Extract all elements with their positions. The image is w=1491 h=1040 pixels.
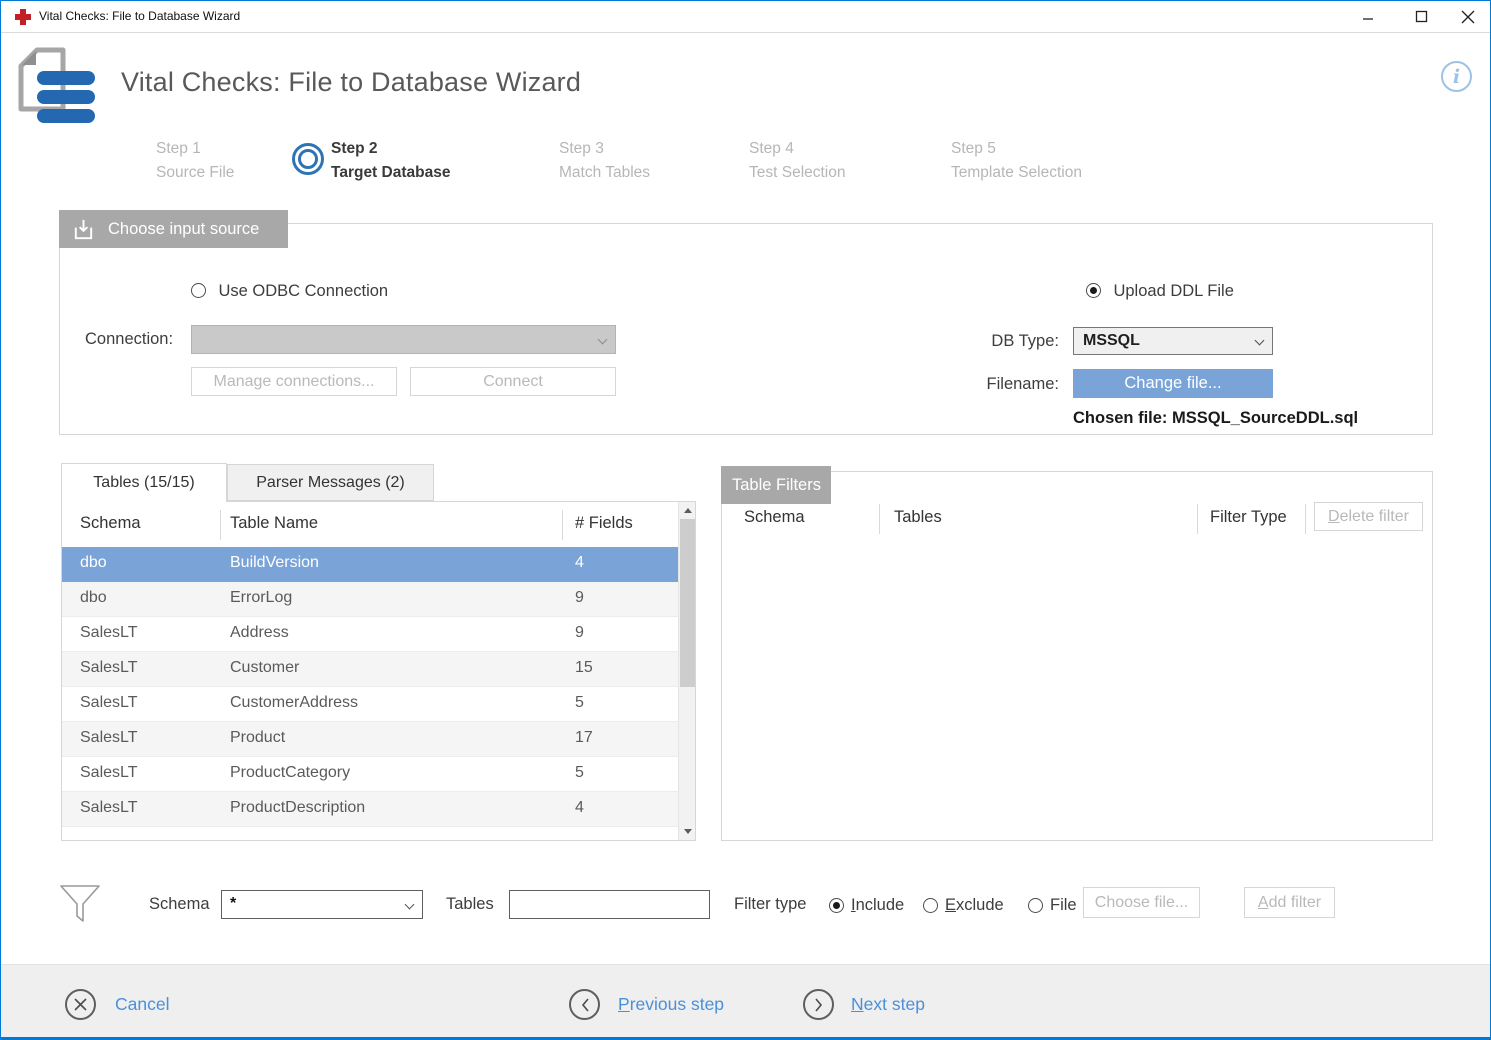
tables-grid-header: Schema Table Name # Fields <box>62 502 695 547</box>
table-row[interactable]: dbo ErrorLog 9 <box>62 582 695 617</box>
add-filter-button[interactable]: Add filter <box>1244 887 1335 918</box>
input-source-badge: Choose input source <box>59 210 288 248</box>
step-4-test-selection: Step 4Test Selection <box>749 137 846 185</box>
filename-label: Filename: <box>931 375 1059 394</box>
current-step-icon <box>292 143 324 175</box>
table-filters-panel: Schema Tables Filter Type Delete filter <box>721 471 1433 841</box>
table-row[interactable]: SalesLT ProductCategory 5 <box>62 757 695 792</box>
minimize-icon <box>1362 11 1374 23</box>
funnel-icon <box>59 884 101 924</box>
manage-connections-button[interactable]: Manage connections... <box>191 367 397 396</box>
column-divider <box>562 510 563 540</box>
table-row[interactable]: SalesLT CustomerAddress 5 <box>62 687 695 722</box>
chevron-right-circle-icon[interactable] <box>803 989 834 1020</box>
vertical-scrollbar[interactable] <box>678 502 695 840</box>
info-icon[interactable]: i <box>1441 61 1472 92</box>
footer-bar: Cancel Previous step Next step <box>1 964 1490 1038</box>
column-divider <box>1305 504 1306 534</box>
window-title: Vital Checks: File to Database Wizard <box>39 9 240 23</box>
table-row[interactable]: dbo BuildVersion 4 <box>62 547 695 582</box>
table-row[interactable]: SalesLT Customer 15 <box>62 652 695 687</box>
next-step-button[interactable]: Next step <box>851 994 925 1015</box>
red-cross-icon <box>15 9 31 25</box>
radio-checked-icon <box>829 898 844 913</box>
close-icon <box>1461 10 1475 24</box>
db-type-select[interactable]: MSSQL <box>1073 327 1273 355</box>
step-3-match-tables: Step 3Match Tables <box>559 137 650 185</box>
tables-filter-input[interactable] <box>509 890 710 919</box>
table-filters-badge: Table Filters <box>721 466 831 504</box>
radio-checked-icon <box>1086 283 1101 298</box>
tab-parser-messages[interactable]: Parser Messages (2) <box>227 464 434 501</box>
column-header-table-name: Table Name <box>230 514 318 533</box>
change-file-button[interactable]: Change file... <box>1073 369 1273 398</box>
scroll-up-icon[interactable] <box>679 502 696 519</box>
exclude-radio[interactable]: Exclude <box>923 896 1004 915</box>
titlebar: Vital Checks: File to Database Wizard <box>1 1 1490 33</box>
cancel-button[interactable]: Cancel <box>115 994 169 1015</box>
step-5-template-selection: Step 5Template Selection <box>951 137 1082 185</box>
chevron-down-icon <box>1255 336 1265 346</box>
delete-filter-button[interactable]: Delete filter <box>1314 502 1423 531</box>
tables-grid: Schema Table Name # Fields dbo BuildVers… <box>61 501 696 841</box>
step-2-target-database: Step 2Target Database <box>331 137 450 185</box>
schema-filter-combo[interactable]: * <box>221 890 423 919</box>
column-divider <box>879 504 880 534</box>
file-radio[interactable]: File <box>1028 896 1077 915</box>
filter-type-label: Filter type <box>734 895 806 914</box>
radio-icon <box>1028 898 1043 913</box>
connect-button[interactable]: Connect <box>410 367 616 396</box>
tab-tables[interactable]: Tables (15/15) <box>61 463 227 502</box>
tables-body: dbo BuildVersion 4 dbo ErrorLog 9 SalesL… <box>62 547 695 827</box>
previous-step-button[interactable]: Previous step <box>618 994 724 1015</box>
db-type-label: DB Type: <box>931 332 1059 351</box>
chevron-down-icon <box>405 900 415 910</box>
column-divider <box>220 510 221 540</box>
maximize-button[interactable] <box>1398 1 1444 32</box>
table-row[interactable]: SalesLT Product 17 <box>62 722 695 757</box>
radio-icon <box>191 283 206 298</box>
close-button[interactable] <box>1445 1 1491 32</box>
app-window: Vital Checks: File to Database Wizard Vi… <box>0 0 1491 1040</box>
maximize-icon <box>1415 10 1428 23</box>
column-header-schema: Schema <box>80 514 141 533</box>
minimize-button[interactable] <box>1345 1 1391 32</box>
connection-label: Connection: <box>85 330 173 349</box>
connection-dropdown[interactable] <box>191 325 616 354</box>
file-database-icon <box>17 47 99 134</box>
page-title: Vital Checks: File to Database Wizard <box>121 67 581 98</box>
odbc-connection-radio[interactable]: Use ODBC Connection <box>191 282 388 301</box>
table-row[interactable]: SalesLT Address 9 <box>62 617 695 652</box>
upload-ddl-radio[interactable]: Upload DDL File <box>1086 282 1234 301</box>
step-1-source-file: Step 1Source File <box>156 137 234 185</box>
column-divider <box>1197 504 1198 534</box>
choose-file-button[interactable]: Choose file... <box>1083 887 1200 918</box>
filters-column-filter-type: Filter Type <box>1210 508 1287 527</box>
table-row[interactable]: SalesLT ProductDescription 4 <box>62 792 695 827</box>
scroll-down-icon[interactable] <box>679 823 696 840</box>
chevron-down-icon <box>598 335 608 345</box>
download-icon <box>71 217 96 242</box>
x-circle-icon[interactable] <box>65 989 96 1020</box>
filters-column-schema: Schema <box>744 508 805 527</box>
chevron-left-circle-icon[interactable] <box>569 989 600 1020</box>
tables-filter-label: Tables <box>446 895 494 914</box>
radio-icon <box>923 898 938 913</box>
scrollbar-thumb[interactable] <box>680 519 695 687</box>
column-header-fields: # Fields <box>575 514 633 533</box>
chosen-file-text: Chosen file: MSSQL_SourceDDL.sql <box>1073 409 1358 428</box>
filters-column-tables: Tables <box>894 508 942 527</box>
include-radio[interactable]: Include <box>829 896 904 915</box>
schema-filter-label: Schema <box>149 895 210 914</box>
